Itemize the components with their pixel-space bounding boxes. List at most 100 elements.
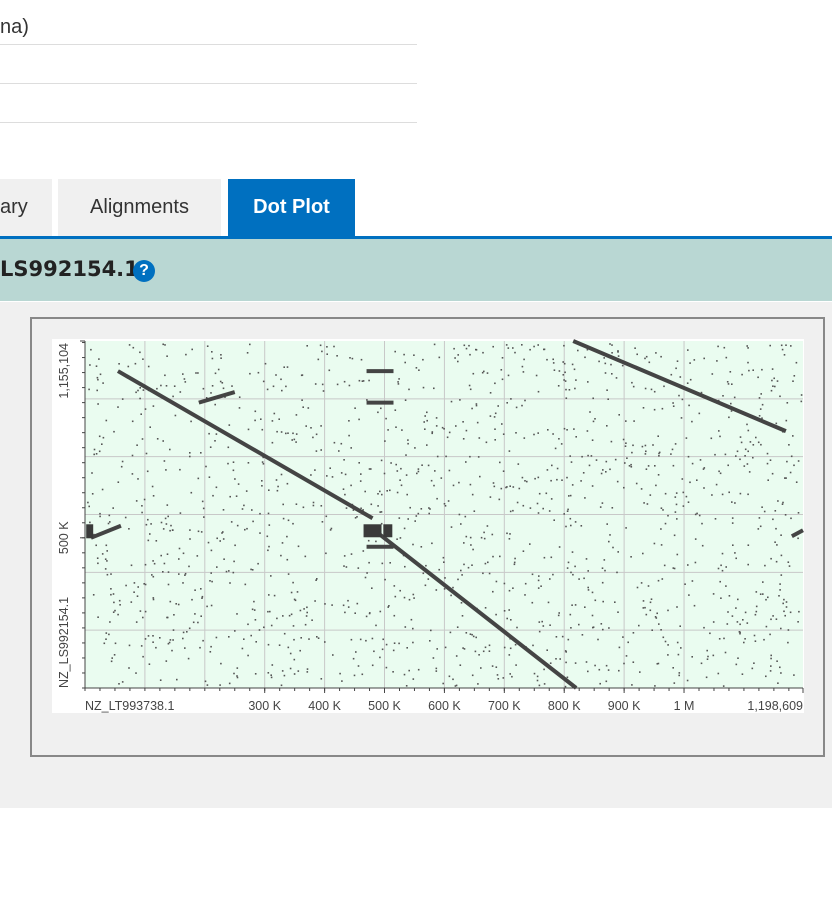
- dot-mark: [396, 491, 399, 494]
- dot-mark: [739, 623, 741, 626]
- dot-mark: [545, 492, 548, 495]
- dot-mark: [731, 522, 734, 524]
- dot-mark: [316, 636, 318, 638]
- dot-mark: [210, 392, 212, 394]
- dot-mark: [604, 569, 606, 572]
- dot-mark: [273, 412, 276, 415]
- dot-mark: [452, 678, 454, 681]
- dot-mark: [232, 469, 235, 472]
- dot-mark: [773, 377, 775, 380]
- dot-mark: [653, 542, 656, 545]
- dot-mark: [306, 606, 308, 609]
- dot-mark: [91, 493, 94, 495]
- dot-mark: [510, 619, 512, 621]
- dot-mark: [234, 544, 236, 547]
- dot-mark: [599, 682, 601, 685]
- dot-mark: [531, 601, 534, 604]
- dot-mark: [117, 406, 119, 408]
- dot-mark: [399, 537, 402, 539]
- dot-mark: [508, 450, 511, 452]
- tab-dot-plot[interactable]: Dot Plot: [228, 179, 355, 236]
- dot-mark: [746, 622, 749, 624]
- dot-mark: [636, 353, 638, 356]
- dot-mark: [590, 455, 593, 457]
- dot-mark: [360, 358, 363, 361]
- dot-mark: [664, 492, 667, 495]
- dot-mark: [268, 545, 270, 548]
- dot-mark: [650, 388, 653, 391]
- dot-mark: [760, 443, 762, 446]
- dot-mark: [344, 493, 346, 496]
- dot-mark: [101, 488, 104, 491]
- dot-mark: [289, 667, 292, 670]
- dot-mark: [358, 379, 361, 382]
- dot-mark: [144, 583, 147, 586]
- dot-mark: [679, 376, 682, 378]
- tab-summary[interactable]: ary: [0, 179, 52, 236]
- dot-mark: [604, 372, 607, 374]
- dot-mark: [775, 618, 778, 620]
- dot-mark: [717, 567, 720, 570]
- dot-mark: [251, 509, 253, 511]
- dot-mark: [491, 665, 494, 667]
- dot-mark: [631, 684, 633, 686]
- tab-alignments[interactable]: Alignments: [58, 179, 221, 236]
- dot-mark: [137, 389, 139, 392]
- dot-mark: [291, 439, 293, 441]
- dot-mark: [465, 429, 468, 432]
- dot-mark: [553, 519, 555, 521]
- dot-mark: [110, 588, 112, 590]
- dot-mark: [726, 623, 729, 625]
- dot-plot-chart[interactable]: NZ_LT993738.1 300 K 400 K 500 K 600 K 700 K 80…: [32, 319, 823, 755]
- dot-mark: [204, 680, 207, 683]
- dot-mark: [453, 347, 455, 350]
- dot-mark: [563, 362, 566, 365]
- dot-mark: [261, 461, 264, 463]
- dot-mark: [420, 546, 423, 548]
- dot-mark: [657, 435, 659, 437]
- dot-mark: [315, 579, 317, 581]
- dot-mark: [152, 635, 154, 637]
- dot-mark: [765, 598, 767, 601]
- dot-mark: [407, 439, 409, 441]
- dot-mark: [287, 573, 290, 575]
- dot-mark: [111, 657, 113, 659]
- dot-mark: [488, 644, 491, 647]
- dot-mark: [211, 580, 213, 583]
- dot-mark: [661, 578, 664, 580]
- dot-mark: [552, 433, 554, 435]
- dot-mark: [547, 429, 549, 431]
- dot-mark: [399, 479, 401, 481]
- dot-mark: [147, 518, 149, 521]
- dot-mark: [267, 672, 270, 674]
- dot-mark: [662, 509, 664, 511]
- dot-mark: [236, 613, 238, 615]
- dot-mark: [87, 501, 89, 504]
- dot-mark: [460, 569, 462, 572]
- dot-mark: [625, 420, 627, 422]
- dot-mark: [495, 613, 497, 616]
- dot-mark: [344, 473, 347, 476]
- dot-mark: [234, 630, 236, 632]
- dot-mark: [614, 458, 617, 461]
- dot-mark: [162, 571, 164, 573]
- dot-mark: [97, 616, 99, 618]
- dot-mark: [709, 632, 711, 635]
- dot-mark: [182, 373, 184, 375]
- dot-mark: [586, 430, 589, 432]
- dot-mark: [676, 360, 679, 362]
- dot-mark: [392, 649, 395, 652]
- dot-mark: [560, 443, 563, 445]
- dot-mark: [183, 378, 186, 380]
- dot-mark: [725, 585, 727, 587]
- dot-mark: [289, 652, 292, 655]
- dot-mark: [616, 571, 618, 574]
- dot-mark: [243, 638, 245, 640]
- dot-mark: [770, 657, 772, 660]
- dot-mark: [420, 508, 423, 510]
- dot-mark: [551, 464, 553, 467]
- question-circle-icon[interactable]: ?: [133, 260, 155, 282]
- dot-mark: [698, 514, 701, 517]
- dot-mark: [770, 389, 773, 392]
- dot-mark: [508, 589, 511, 592]
